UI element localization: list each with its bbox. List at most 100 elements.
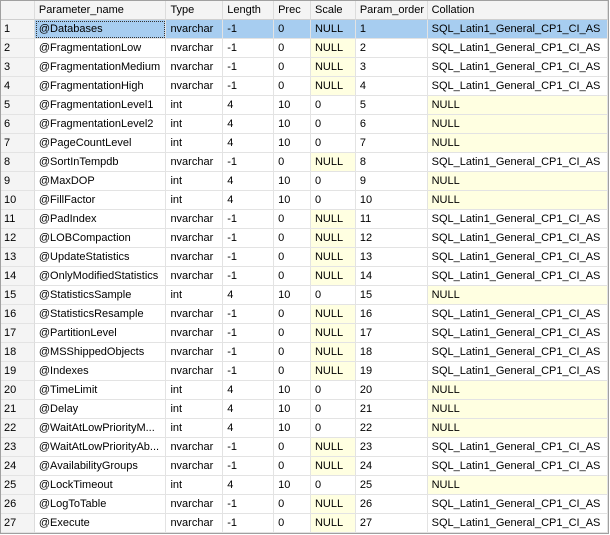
scale-cell[interactable]: NULL [310, 305, 356, 324]
prec-cell[interactable]: 0 [274, 267, 311, 286]
scale-cell[interactable]: NULL [310, 77, 356, 96]
prec-cell[interactable]: 0 [274, 210, 311, 229]
column-header-scale[interactable]: Scale [310, 1, 356, 20]
table-row[interactable]: 25 @LockTimeout int 4 10 0 25 NULL [1, 476, 608, 495]
parameter-name-cell[interactable]: @SortInTempdb [34, 153, 167, 172]
type-cell[interactable]: nvarchar [166, 153, 224, 172]
type-cell[interactable]: int [166, 96, 224, 115]
param-order-cell[interactable]: 14 [355, 267, 428, 286]
table-row[interactable]: 5 @FragmentationLevel1 int 4 10 0 5 NULL [1, 96, 608, 115]
table-row[interactable]: 20 @TimeLimit int 4 10 0 20 NULL [1, 381, 608, 400]
scale-cell[interactable]: NULL [310, 20, 356, 39]
collation-cell[interactable]: NULL [427, 286, 608, 305]
param-order-cell[interactable]: 6 [355, 115, 428, 134]
param-order-cell[interactable]: 4 [355, 77, 428, 96]
param-order-cell[interactable]: 26 [355, 495, 428, 514]
scale-cell[interactable]: NULL [310, 324, 356, 343]
row-number-cell[interactable]: 5 [1, 96, 35, 115]
scale-cell[interactable]: 0 [310, 172, 356, 191]
table-row[interactable]: 27 @Execute nvarchar -1 0 NULL 27 SQL_Latin1_Ge… [1, 514, 608, 533]
length-cell[interactable]: 4 [223, 191, 275, 210]
row-number-cell[interactable]: 12 [1, 229, 35, 248]
prec-cell[interactable]: 10 [274, 96, 311, 115]
scale-cell[interactable]: NULL [310, 495, 356, 514]
prec-cell[interactable]: 0 [274, 20, 311, 39]
parameter-name-cell[interactable]: @Databases [34, 20, 167, 39]
table-row[interactable]: 8 @SortInTempdb nvarchar -1 0 NULL 8 SQL_Latin1… [1, 153, 608, 172]
collation-cell[interactable]: SQL_Latin1_General_CP1_CI_AS [427, 495, 608, 514]
collation-cell[interactable]: SQL_Latin1_General_CP1_CI_AS [427, 229, 608, 248]
prec-cell[interactable]: 0 [274, 343, 311, 362]
type-cell[interactable]: nvarchar [166, 343, 224, 362]
length-cell[interactable]: 4 [223, 96, 275, 115]
parameter-name-cell[interactable]: @LogToTable [34, 495, 167, 514]
prec-cell[interactable]: 0 [274, 495, 311, 514]
collation-cell[interactable]: SQL_Latin1_General_CP1_CI_AS [427, 153, 608, 172]
row-number-cell[interactable]: 2 [1, 39, 35, 58]
row-number-cell[interactable]: 22 [1, 419, 35, 438]
row-number-cell[interactable]: 14 [1, 267, 35, 286]
table-row[interactable]: 19 @Indexes nvarchar -1 0 NULL 19 SQL_Latin1_Ge… [1, 362, 608, 381]
type-cell[interactable]: nvarchar [166, 58, 224, 77]
scale-cell[interactable]: 0 [310, 286, 356, 305]
parameter-name-cell[interactable]: @FillFactor [34, 191, 167, 210]
collation-cell[interactable]: SQL_Latin1_General_CP1_CI_AS [427, 20, 608, 39]
prec-cell[interactable]: 10 [274, 476, 311, 495]
parameter-name-cell[interactable]: @FragmentationHigh [34, 77, 167, 96]
prec-cell[interactable]: 10 [274, 381, 311, 400]
prec-cell[interactable]: 10 [274, 134, 311, 153]
param-order-cell[interactable]: 3 [355, 58, 428, 77]
scale-cell[interactable]: NULL [310, 457, 356, 476]
parameter-name-cell[interactable]: @LockTimeout [34, 476, 167, 495]
table-row[interactable]: 22 @WaitAtLowPriorityM... int 4 10 0 22 NULL [1, 419, 608, 438]
type-cell[interactable]: int [166, 476, 224, 495]
scale-cell[interactable]: 0 [310, 115, 356, 134]
param-order-cell[interactable]: 8 [355, 153, 428, 172]
type-cell[interactable]: int [166, 381, 224, 400]
prec-cell[interactable]: 0 [274, 438, 311, 457]
prec-cell[interactable]: 10 [274, 286, 311, 305]
parameter-name-cell[interactable]: @Delay [34, 400, 167, 419]
table-row[interactable]: 11 @PadIndex nvarchar -1 0 NULL 11 SQL_Latin1_G… [1, 210, 608, 229]
row-number-cell[interactable]: 21 [1, 400, 35, 419]
length-cell[interactable]: 4 [223, 400, 275, 419]
row-number-cell[interactable]: 19 [1, 362, 35, 381]
scale-cell[interactable]: NULL [310, 267, 356, 286]
scale-cell[interactable]: NULL [310, 58, 356, 77]
collation-cell[interactable]: NULL [427, 115, 608, 134]
length-cell[interactable]: -1 [223, 343, 275, 362]
table-row[interactable]: 24 @AvailabilityGroups nvarchar -1 0 NULL 24 SQ… [1, 457, 608, 476]
type-cell[interactable]: nvarchar [166, 210, 224, 229]
type-cell[interactable]: nvarchar [166, 248, 224, 267]
scale-cell[interactable]: 0 [310, 419, 356, 438]
scale-cell[interactable]: NULL [310, 343, 356, 362]
prec-cell[interactable]: 0 [274, 39, 311, 58]
prec-cell[interactable]: 10 [274, 172, 311, 191]
table-row[interactable]: 23 @WaitAtLowPriorityAb... nvarchar -1 0 NULL… [1, 438, 608, 457]
table-row[interactable]: 2 @FragmentationLow nvarchar -1 0 NULL 2 SQL_La… [1, 39, 608, 58]
table-row[interactable]: 12 @LOBCompaction nvarchar -1 0 NULL 12 SQL_Lat… [1, 229, 608, 248]
parameter-name-cell[interactable]: @FragmentationLevel1 [34, 96, 167, 115]
collation-cell[interactable]: NULL [427, 172, 608, 191]
parameter-name-cell[interactable]: @PadIndex [34, 210, 167, 229]
column-header-collation[interactable]: Collation [427, 1, 608, 20]
length-cell[interactable]: -1 [223, 305, 275, 324]
param-order-cell[interactable]: 19 [355, 362, 428, 381]
row-number-cell[interactable]: 20 [1, 381, 35, 400]
collation-cell[interactable]: NULL [427, 419, 608, 438]
param-order-cell[interactable]: 21 [355, 400, 428, 419]
table-row[interactable]: 26 @LogToTable nvarchar -1 0 NULL 26 SQL_Latin1… [1, 495, 608, 514]
scale-cell[interactable]: NULL [310, 438, 356, 457]
scale-cell[interactable]: 0 [310, 191, 356, 210]
length-cell[interactable]: -1 [223, 495, 275, 514]
prec-cell[interactable]: 0 [274, 305, 311, 324]
length-cell[interactable]: 4 [223, 286, 275, 305]
table-row[interactable]: 6 @FragmentationLevel2 int 4 10 0 6 NULL [1, 115, 608, 134]
table-row[interactable]: 21 @Delay int 4 10 0 21 NULL [1, 400, 608, 419]
parameter-name-cell[interactable]: @LOBCompaction [34, 229, 167, 248]
parameter-name-cell[interactable]: @FragmentationLevel2 [34, 115, 167, 134]
scale-cell[interactable]: NULL [310, 248, 356, 267]
table-row[interactable]: 1 @Databases nvarchar -1 0 NULL 1 SQL_Latin1_Ge… [1, 20, 608, 39]
length-cell[interactable]: -1 [223, 58, 275, 77]
row-number-cell[interactable]: 25 [1, 476, 35, 495]
